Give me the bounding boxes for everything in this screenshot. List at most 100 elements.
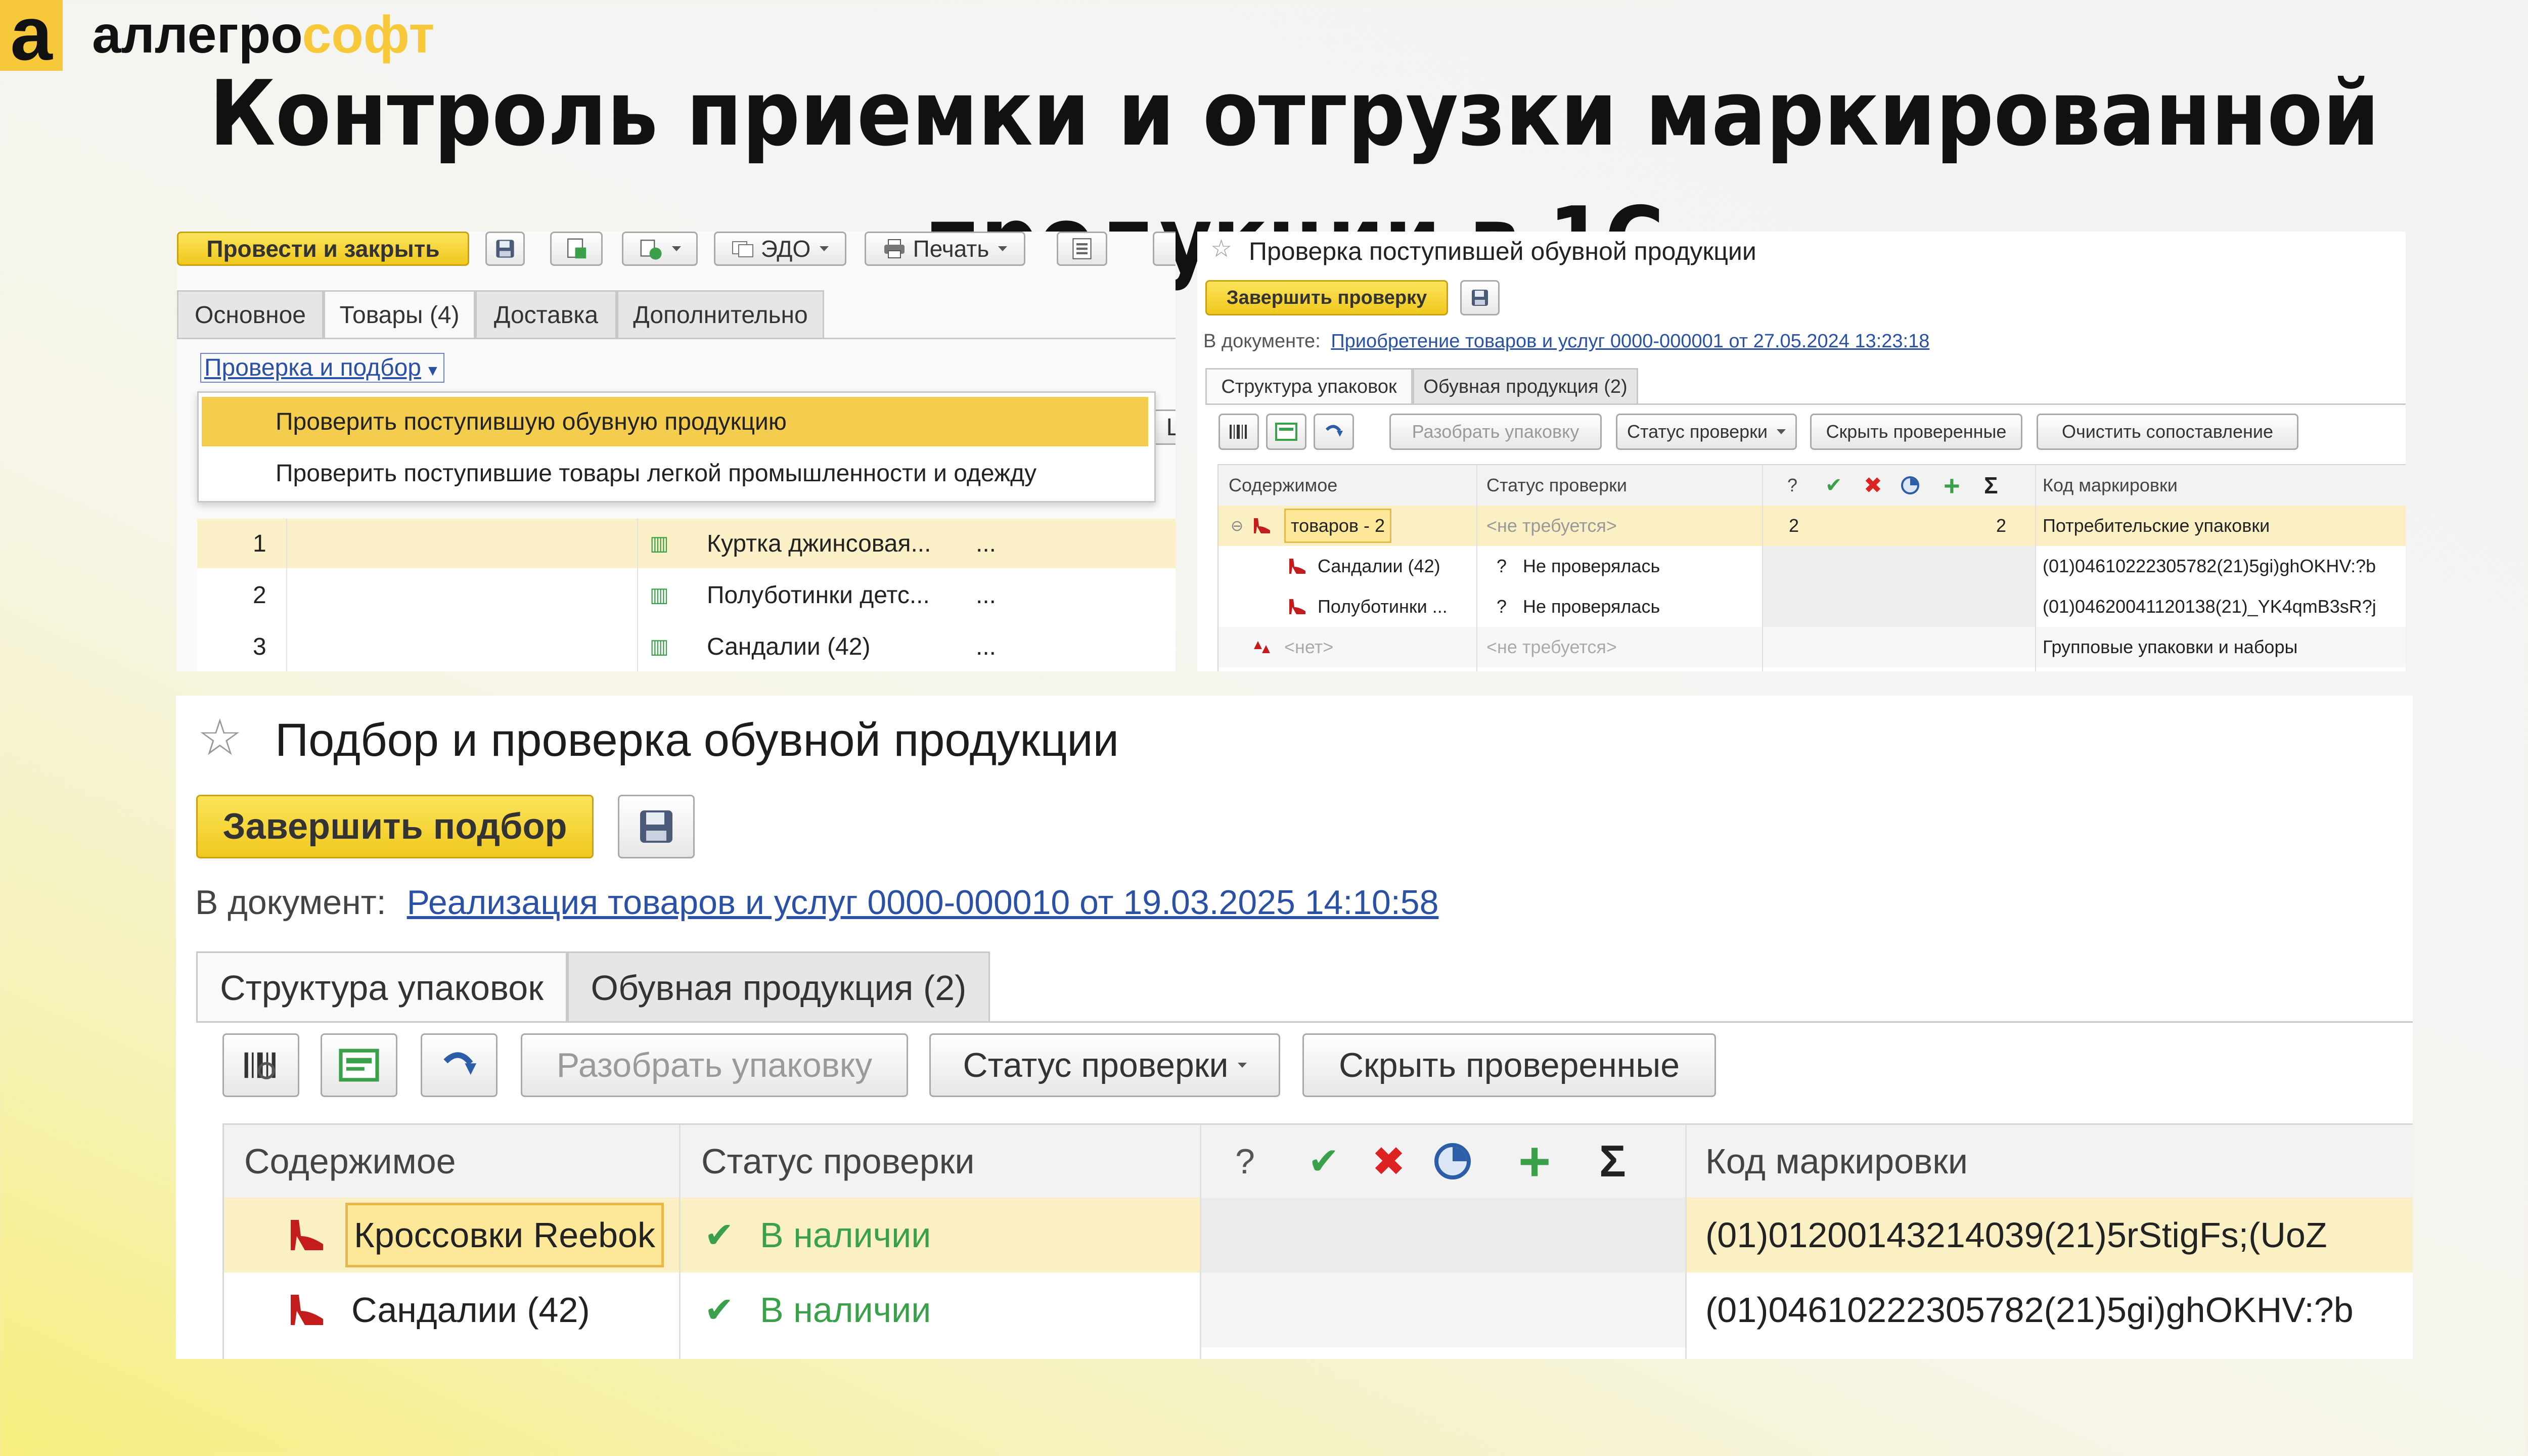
table-row[interactable]: 2 ▥ Полуботинки детс... ... (197, 570, 1176, 620)
more-button[interactable] (1153, 232, 1176, 266)
tab-footwear[interactable]: Обувная продукция (2) (1413, 368, 1638, 404)
barcode-scan-icon (1230, 425, 1247, 439)
favorite-star-icon[interactable]: ☆ (1210, 235, 1232, 263)
column-header-code: Код маркировки (1705, 1142, 1968, 1181)
arrow-curve-icon (443, 1052, 477, 1075)
in-stock-check-icon: ✔ (704, 1290, 734, 1330)
document-reference: В документе: Приобретение товаров и услу… (1203, 331, 1930, 352)
check-dropdown-menu: Проверить поступившую обувную продукцию … (197, 391, 1156, 503)
in-stock-check-icon: ✔ (704, 1215, 734, 1255)
unpack-button[interactable]: Разобрать упаковку (521, 1033, 908, 1097)
tab-package-structure[interactable]: Структура упаковок (1205, 368, 1413, 404)
load-from-tsd-button[interactable] (321, 1033, 397, 1097)
floppy-icon (1472, 290, 1488, 306)
tab-divider (177, 338, 1176, 339)
data-terminal-icon (1275, 423, 1297, 441)
shoe-icon (1287, 586, 1307, 627)
check-received-panel: ☆ Проверка поступившей обувной продукции… (1197, 232, 2406, 671)
post-and-close-button[interactable]: Провести и закрыть (177, 232, 469, 266)
refresh-button[interactable] (1314, 414, 1354, 450)
not-checked-icon: ? (1497, 596, 1507, 617)
column-header-status: Статус проверки (701, 1142, 975, 1181)
menu-item-check-clothing[interactable]: Проверить поступившие товары легкой пром… (202, 448, 1148, 498)
menu-item-check-footwear[interactable]: Проверить поступившую обувную продукцию (202, 397, 1148, 446)
shoe-icon (287, 1272, 327, 1347)
floppy-icon (640, 810, 672, 843)
product-name-cell[interactable]: Сандалии (42) (351, 1272, 590, 1347)
tab-footwear[interactable]: Обувная продукция (2) (567, 951, 990, 1022)
list-view-button[interactable] (1057, 232, 1107, 266)
tab-package-structure[interactable]: Структура упаковок (196, 951, 567, 1022)
check-status-button[interactable]: Статус проверки (929, 1033, 1280, 1097)
scan-barcode-button[interactable] (1218, 414, 1259, 450)
not-checked-icon: ? (1497, 556, 1507, 576)
tab-main[interactable]: Основное (177, 290, 324, 339)
list-icon (1072, 238, 1092, 259)
package-tree-table: Содержимое Статус проверки ? ✔ ✖ + Σ Код… (1217, 464, 2406, 671)
edo-button[interactable]: ЭДО (714, 232, 846, 266)
tab-goods[interactable]: Товары (4) (324, 290, 475, 339)
check-and-select-menu[interactable]: Проверка и подбор ▼ (200, 353, 444, 383)
hide-checked-button[interactable]: Скрыть проверенные (1302, 1033, 1716, 1097)
printer-icon (884, 239, 905, 258)
marked-goods-icon: ▥ (650, 584, 669, 606)
checked-ok-icon: ✔ (1825, 474, 1842, 496)
table-row[interactable]: 1 ▥ Куртка джинсовая... ... (197, 519, 1176, 568)
marked-goods-icon: ▥ (650, 532, 669, 555)
edo-icon (732, 241, 753, 257)
column-header-question: ? (1787, 475, 1798, 495)
finish-selection-button[interactable]: Завершить подбор (196, 795, 594, 858)
create-based-icon (640, 240, 662, 260)
added-plus-icon: + (1518, 1130, 1551, 1193)
document-reference: В документ: Реализация товаров и услуг 0… (195, 883, 1439, 922)
favorite-star-icon[interactable]: ☆ (197, 710, 243, 765)
unpack-button[interactable]: Разобрать упаковку (1389, 414, 1602, 450)
marked-goods-icon: ▥ (650, 635, 669, 658)
selection-check-panel: ☆ Подбор и проверка обувной продукции За… (176, 696, 2413, 1359)
hide-checked-button[interactable]: Скрыть проверенные (1810, 414, 2022, 450)
load-from-tsd-button[interactable] (1266, 414, 1306, 450)
finish-check-button[interactable]: Завершить проверку (1205, 280, 1448, 315)
save-button[interactable] (618, 795, 695, 858)
package-name-cell[interactable]: товаров - 2 (1284, 509, 1392, 543)
table-header (1218, 465, 2406, 507)
document-flow-button[interactable] (550, 232, 603, 266)
mismatch-icon: ✖ (1372, 1139, 1406, 1184)
document-green-icon (567, 238, 586, 259)
pending-clock-icon (1900, 465, 1920, 506)
document-link[interactable]: Реализация товаров и услуг 0000-000010 о… (407, 883, 1439, 922)
scan-barcode-button[interactable] (222, 1033, 299, 1097)
clear-matching-button[interactable]: Очистить сопоставление (2037, 414, 2298, 450)
arrow-curve-icon (1325, 425, 1343, 437)
mismatch-icon: ✖ (1864, 473, 1882, 498)
column-header-status: Статус проверки (1486, 475, 1627, 495)
group-shoes-icon (1252, 627, 1274, 667)
data-terminal-icon (339, 1049, 379, 1082)
product-name-cell[interactable]: Кроссовки Reebok (345, 1203, 664, 1267)
column-header-content: Содержимое (244, 1142, 456, 1181)
refresh-button[interactable] (421, 1033, 498, 1097)
pending-clock-icon (1432, 1125, 1473, 1198)
save-button[interactable] (1460, 280, 1500, 315)
save-button[interactable] (485, 232, 525, 266)
document-link[interactable]: Приобретение товаров и услуг 0000-000001… (1331, 331, 1929, 352)
table-button-clipped[interactable]: L (1153, 410, 1176, 445)
shoe-icon (287, 1198, 327, 1272)
tab-delivery[interactable]: Доставка (475, 290, 617, 339)
print-button[interactable]: Печать (865, 232, 1025, 266)
collapse-icon[interactable]: ⊖ (1231, 506, 1243, 546)
form-title: Подбор и проверка обувной продукции (275, 714, 1119, 766)
document-panel: Провести и закрыть ЭДО Печать Основное Т… (177, 232, 1176, 671)
column-header-sum: Σ (1599, 1136, 1626, 1186)
tab-additional[interactable]: Дополнительно (617, 290, 824, 339)
create-based-on-button[interactable] (622, 232, 698, 266)
checked-ok-icon: ✔ (1308, 1140, 1340, 1182)
form-title: Проверка поступившей обувной продукции (1249, 237, 1756, 265)
column-header-content: Содержимое (1229, 475, 1338, 495)
package-tree-table: Содержимое Статус проверки ? ✔ ✖ + Σ Код… (222, 1123, 2413, 1359)
added-plus-icon: + (1944, 469, 1960, 502)
table-row[interactable]: 3 ▥ Сандалии (42) ... (197, 622, 1176, 671)
column-header-sum: Σ (1984, 472, 1998, 498)
check-status-button[interactable]: Статус проверки (1616, 414, 1797, 450)
floppy-icon (496, 240, 514, 258)
